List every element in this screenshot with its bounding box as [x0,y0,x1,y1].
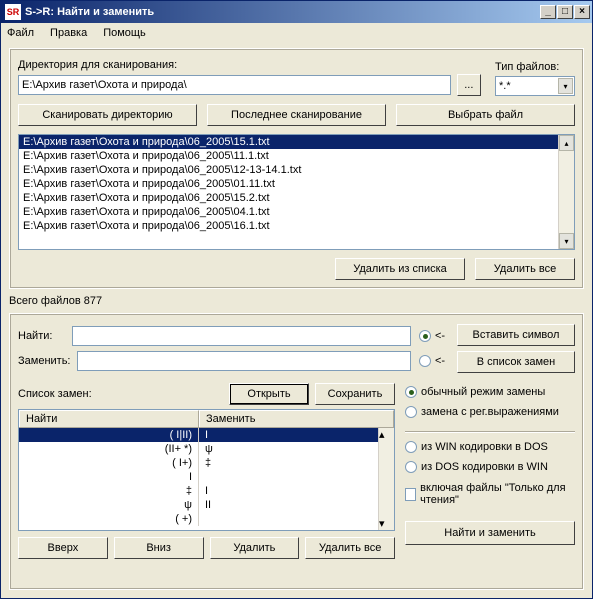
replace-table[interactable]: Найти Заменить ( І|ІІ)І(ІІ+ *)ψ( І+)‡І‡І… [18,409,395,531]
chevron-down-icon: ▾ [558,78,573,94]
table-row[interactable]: І [19,470,394,484]
scroll-down-icon[interactable]: ▾ [379,517,394,530]
move-up-button[interactable]: Вверх [18,537,108,559]
list-item[interactable]: E:\Архив газет\Охота и природа\06_2005\0… [19,205,574,219]
list-item[interactable]: E:\Архив газет\Охота и природа\06_2005\1… [19,191,574,205]
dir-label: Директория для сканирования: [18,59,481,71]
delete-row-button[interactable]: Удалить [210,537,300,559]
minimize-button[interactable]: _ [540,5,556,19]
replace-group: Найти: Заменить: <- <- Вставить символ В… [9,313,584,590]
client-area: Директория для сканирования: ... Тип фай… [1,42,592,598]
radio-mode-normal[interactable]: обычный режим замены [405,386,575,398]
list-item[interactable]: E:\Архив газет\Охота и природа\06_2005\1… [19,149,574,163]
last-scan-button[interactable]: Последнее сканирование [207,104,386,126]
replace-input[interactable] [77,351,412,371]
table-row[interactable]: ( І+)‡ [19,456,394,470]
file-list[interactable]: E:\Архив газет\Охота и природа\06_2005\1… [18,134,575,250]
browse-button[interactable]: ... [457,74,481,96]
menubar: Файл Правка Помощь [1,23,592,42]
scroll-up-icon[interactable]: ▴ [559,135,574,151]
scan-group: Директория для сканирования: ... Тип фай… [9,48,584,289]
replace-label: Заменить: [18,355,71,367]
to-list-button[interactable]: В список замен [457,351,575,373]
delete-all-files-button[interactable]: Удалить все [475,258,575,280]
table-row[interactable]: ψІІ [19,498,394,512]
table-row[interactable]: ‡І [19,484,394,498]
app-icon: SR [5,4,21,20]
filetype-value: *.* [499,80,511,92]
table-scrollbar[interactable]: ▴ ▾ [378,428,394,530]
choose-file-button[interactable]: Выбрать файл [396,104,575,126]
menu-help[interactable]: Помощь [103,27,146,39]
save-list-button[interactable]: Сохранить [315,383,395,405]
total-files-label: Всего файлов 877 [9,295,584,307]
table-row[interactable]: (ІІ+ *)ψ [19,442,394,456]
list-item[interactable]: E:\Архив газет\Охота и природа\06_2005\1… [19,163,574,177]
maximize-button[interactable]: □ [557,5,573,19]
dir-input[interactable] [18,75,451,95]
radio-win-to-dos[interactable]: из WIN кодировки в DOS [405,441,575,453]
open-list-button[interactable]: Открыть [229,383,309,405]
radio-mode-regex[interactable]: замена с рег.выражениями [405,406,575,418]
scroll-up-icon[interactable]: ▴ [379,428,394,441]
delete-all-rows-button[interactable]: Удалить все [305,537,395,559]
find-input[interactable] [72,326,411,346]
filetype-select[interactable]: *.* ▾ [495,76,575,96]
radio-dos-to-win[interactable]: из DOS кодировки в WIN [405,461,575,473]
close-button[interactable]: × [574,5,590,19]
radio-replace-target[interactable]: <- [419,355,449,367]
window-title: S->R: Найти и заменить [25,6,540,18]
table-row[interactable]: ( +) [19,512,394,526]
list-label: Список замен: [18,388,223,400]
menu-edit[interactable]: Правка [50,27,87,39]
col-find-header[interactable]: Найти [19,410,199,427]
list-item[interactable]: E:\Архив газет\Охота и природа\06_2005\1… [19,219,574,233]
move-down-button[interactable]: Вниз [114,537,204,559]
list-item[interactable]: E:\Архив газет\Охота и природа\06_2005\1… [19,135,574,149]
separator [405,431,575,432]
table-row[interactable]: ( І|ІІ)І [19,428,394,442]
find-and-replace-button[interactable]: Найти и заменить [405,521,575,545]
radio-find-target[interactable]: <- [419,330,449,342]
find-label: Найти: [18,330,66,342]
checkbox-readonly[interactable]: включая файлы "Только для чтения" [405,482,575,506]
menu-file[interactable]: Файл [7,27,34,39]
filetype-label: Тип файлов: [495,61,575,73]
insert-symbol-button[interactable]: Вставить символ [457,324,575,346]
list-item[interactable]: E:\Архив газет\Охота и природа\06_2005\0… [19,177,574,191]
app-window: SR S->R: Найти и заменить _ □ × Файл Пра… [0,0,593,599]
scan-dir-button[interactable]: Сканировать директорию [18,104,197,126]
col-replace-header[interactable]: Заменить [199,410,394,427]
scroll-down-icon[interactable]: ▾ [559,233,574,249]
delete-from-list-button[interactable]: Удалить из списка [335,258,465,280]
titlebar: SR S->R: Найти и заменить _ □ × [1,1,592,23]
scrollbar[interactable]: ▴ ▾ [558,135,574,249]
